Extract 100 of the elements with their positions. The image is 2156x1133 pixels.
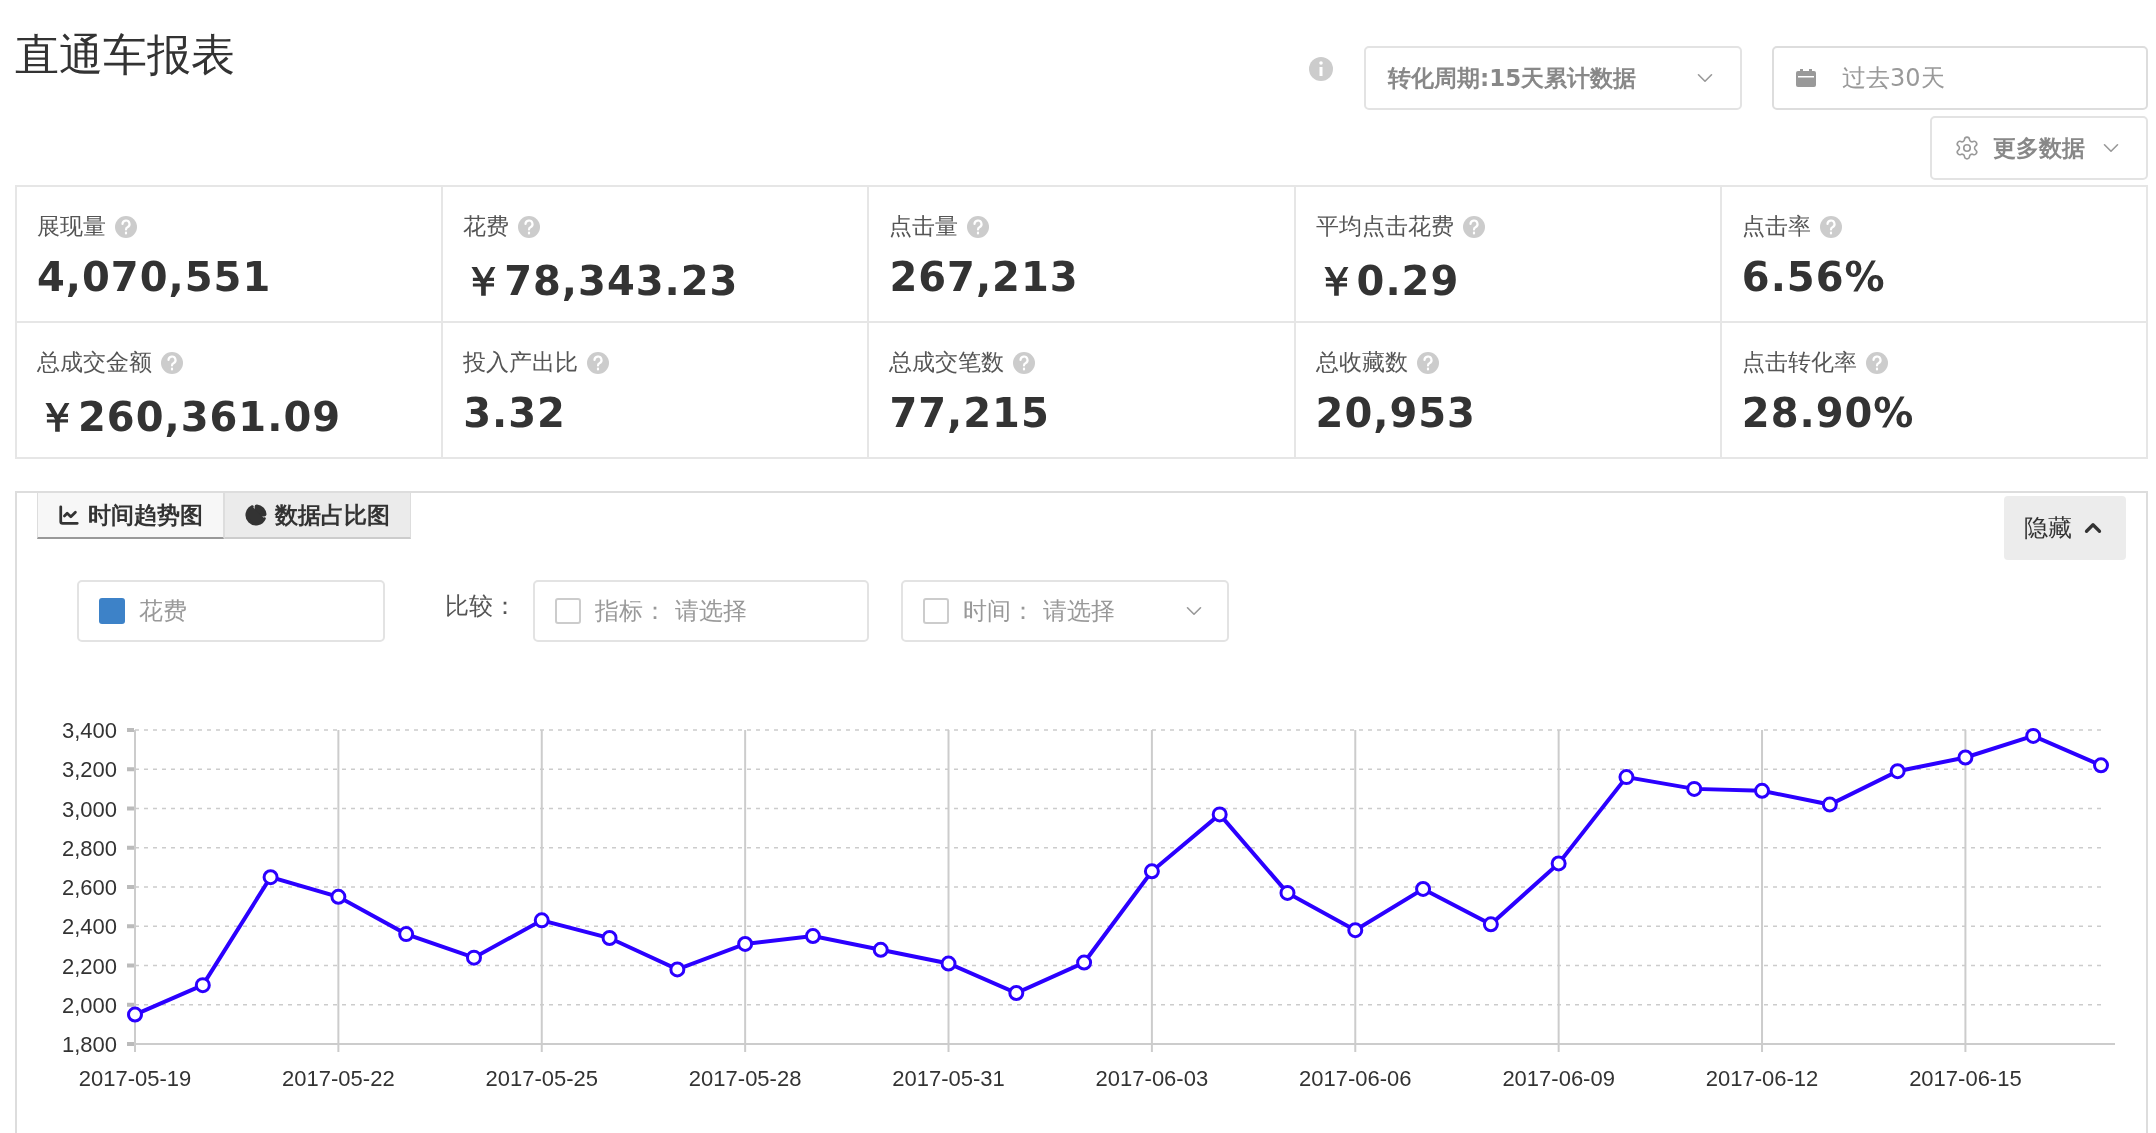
metric-value: ￥0.29 [1315, 257, 1461, 306]
metric-label: 点击量 [889, 212, 959, 241]
x-axis-label: 2017-05-22 [282, 1066, 395, 1091]
line-chart-icon [58, 504, 80, 526]
filter-text: 指标： 请选择 [595, 596, 748, 627]
filter-text: 时间： 请选择 [963, 596, 1116, 627]
x-axis-label: 2017-05-25 [485, 1066, 599, 1091]
tick-mark [127, 767, 134, 772]
x-axis-label: 2017-06-03 [1095, 1066, 1209, 1091]
compare-label: 比较： [445, 591, 517, 622]
tick-mark [127, 1002, 134, 1007]
tick-mark [127, 728, 134, 732]
page-title: 直通车报表 [15, 28, 235, 82]
metric-value: 6.56% [1741, 254, 1887, 300]
data-point [872, 941, 889, 958]
data-point [804, 928, 821, 945]
data-point [465, 949, 482, 966]
data-point [262, 869, 279, 886]
calendar-icon [1796, 69, 1816, 87]
data-point [737, 935, 754, 952]
metric-value: ￥78,343.23 [463, 257, 740, 306]
x-axis-label: 2017-06-09 [1502, 1066, 1615, 1091]
data-point [1279, 884, 1296, 901]
y-axis-label: 3,400 [61, 718, 117, 743]
y-axis-label: 2,600 [61, 875, 117, 900]
metric-value: ￥260,361.09 [37, 393, 343, 442]
metric-value: 267,213 [889, 254, 1080, 300]
metric-value: 77,215 [889, 390, 1051, 436]
compare-dropdown[interactable]: 时间： 请选择 [901, 580, 1229, 642]
data-point [1415, 880, 1432, 897]
legend-item[interactable]: 花费 [77, 580, 385, 642]
x-axis-label: 2017-05-31 [892, 1066, 1005, 1091]
tick-mark [127, 845, 134, 850]
x-axis-label: 2017-06-15 [1909, 1066, 2022, 1091]
help-icon [1415, 350, 1440, 375]
x-axis-label: 2017-05-28 [688, 1066, 802, 1091]
conversion-period-dropdown[interactable]: 转化周期:15天累计数据 [1364, 46, 1742, 110]
metric-label: 总成交金额 [37, 348, 152, 377]
checkbox[interactable] [555, 598, 581, 624]
x-axis-label: 2017-06-06 [1299, 1066, 1412, 1091]
metric-label: 总收藏数 [1315, 348, 1408, 377]
data-point [1076, 954, 1093, 971]
more-data-dropdown[interactable]: 更多数据 [1930, 116, 2148, 180]
y-axis-label: 2,800 [61, 835, 117, 861]
data-point [194, 977, 211, 994]
data-point [330, 888, 347, 905]
data-point [1754, 782, 1771, 799]
data-point [669, 961, 686, 978]
compare-field[interactable]: 指标： 请选择 [533, 580, 869, 642]
help-icon [114, 214, 138, 239]
data-point [127, 1006, 143, 1023]
legend-label: 花费 [139, 596, 187, 627]
y-axis-label: 3,000 [61, 796, 117, 822]
metric-label: 点击转化率 [1741, 348, 1857, 377]
data-point [1618, 769, 1635, 786]
data-point [533, 912, 550, 929]
help-icon [517, 214, 542, 239]
tick-mark [127, 1042, 134, 1046]
metric-label: 点击率 [1741, 212, 1811, 241]
checkbox[interactable] [923, 598, 949, 624]
data-point [1008, 985, 1025, 1001]
metric-value: 28.90% [1741, 390, 1916, 436]
settings-icon [1954, 135, 1980, 161]
help-icon [966, 214, 991, 239]
data-point [1143, 863, 1160, 880]
tick-mark [127, 806, 134, 811]
help-icon [1818, 214, 1843, 239]
y-axis-label: 2,000 [61, 992, 117, 1018]
help-icon [1461, 214, 1486, 239]
data-point [1347, 922, 1364, 939]
help-icon [586, 350, 611, 375]
info-icon [1308, 56, 1334, 82]
metric-label: 平均点击花费 [1315, 212, 1454, 241]
metric-label: 总成交笔数 [889, 348, 1005, 377]
y-axis-label: 2,200 [61, 953, 117, 979]
x-axis-label: 2017-05-19 [78, 1066, 192, 1091]
metric-value: 3.32 [463, 390, 567, 436]
date-range-field[interactable]: 过去30天 [1772, 46, 2148, 110]
data-point [2025, 727, 2042, 744]
data-point [1211, 806, 1228, 823]
hide-button[interactable]: 隐藏 [2004, 496, 2126, 560]
tick-mark [127, 885, 134, 889]
metric-value: 20,953 [1315, 390, 1477, 436]
chart-tab[interactable]: 数据占比图 [224, 493, 411, 539]
x-axis-label: 2017-06-12 [1705, 1066, 1819, 1091]
metric-label: 花费 [463, 212, 510, 241]
data-point [398, 926, 415, 943]
metric-value: 4,070,551 [37, 254, 273, 300]
help-icon [1012, 350, 1037, 375]
help-icon [1864, 350, 1889, 375]
chart-tab[interactable]: 时间趋势图 [37, 493, 224, 539]
data-point [1821, 796, 1838, 813]
metric-label: 展现量 [37, 212, 106, 241]
data-point [1889, 763, 1906, 780]
tick-mark [127, 924, 134, 929]
data-point [1550, 855, 1567, 872]
data-point [1957, 749, 1974, 766]
tick-mark [127, 963, 134, 968]
metric-label: 投入产出比 [463, 348, 579, 377]
y-axis-label: 2,400 [61, 914, 117, 940]
